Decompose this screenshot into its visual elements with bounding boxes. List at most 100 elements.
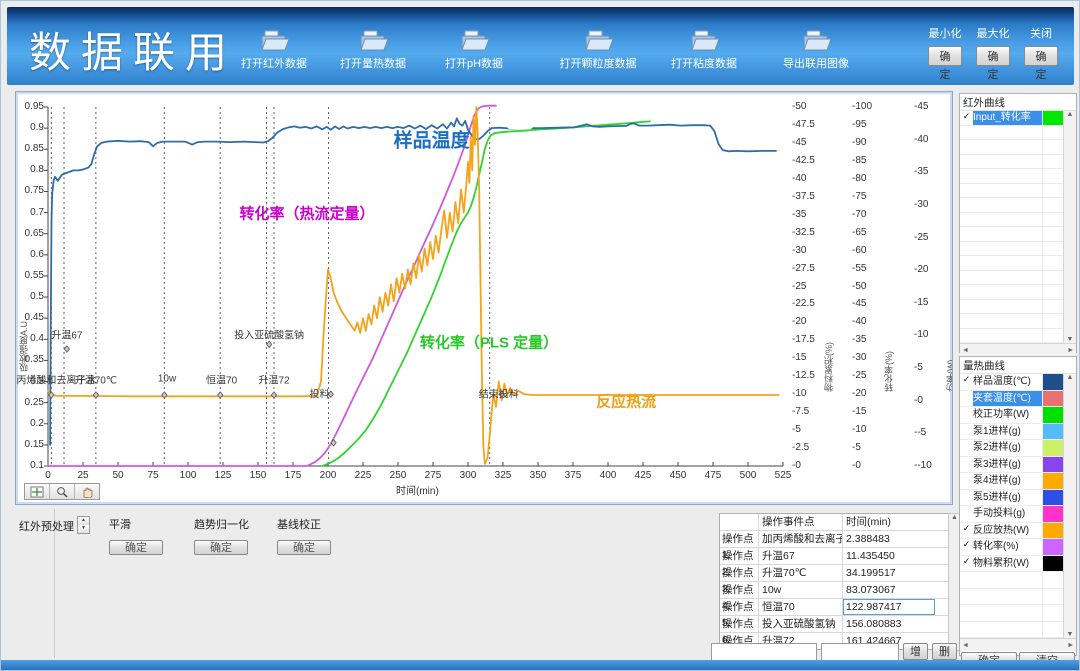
table-row[interactable]: 操作点1加丙烯酸和去离子水2.388483	[720, 531, 949, 548]
curve-label[interactable]	[973, 140, 1043, 154]
curve-list-row[interactable]	[960, 605, 1063, 622]
curve-color-swatch[interactable]	[1043, 457, 1063, 473]
stepper-down-icon[interactable]: ▼	[78, 525, 89, 533]
window-control-button[interactable]: 确定	[928, 46, 962, 66]
check-icon[interactable]	[960, 605, 973, 621]
curve-list-row[interactable]	[960, 622, 1063, 639]
curve-label[interactable]	[973, 285, 1043, 299]
curve-color-swatch[interactable]	[1043, 391, 1063, 407]
curve-color-swatch[interactable]	[1043, 242, 1063, 256]
check-icon[interactable]	[960, 169, 973, 183]
curve-label[interactable]	[973, 314, 1043, 328]
check-icon[interactable]	[960, 256, 973, 270]
table-cell[interactable]: 操作点5	[720, 599, 759, 615]
curve-label[interactable]	[973, 184, 1043, 198]
check-icon[interactable]	[960, 473, 973, 489]
curve-list-row[interactable]: 泵4进样(g)	[960, 473, 1063, 490]
curve-color-swatch[interactable]	[1043, 440, 1063, 456]
check-icon[interactable]	[960, 285, 973, 299]
curve-label[interactable]: 反应放热(W)	[973, 523, 1043, 539]
curve-list-row[interactable]: 校正功率(W)	[960, 407, 1063, 424]
curve-color-swatch[interactable]	[1043, 314, 1063, 328]
scroll-left-icon[interactable]: ◄	[962, 347, 969, 354]
curve-color-swatch[interactable]	[1043, 589, 1063, 605]
curve-color-swatch[interactable]	[1043, 256, 1063, 270]
table-cell[interactable]: 升温67	[759, 548, 843, 564]
curve-list-row[interactable]	[960, 314, 1063, 329]
curve-list-row[interactable]	[960, 256, 1063, 271]
table-cell[interactable]: 加丙烯酸和去离子水	[759, 531, 843, 547]
check-icon[interactable]	[960, 213, 973, 227]
curve-label[interactable]: 泵4进样(g)	[973, 473, 1043, 489]
check-icon[interactable]	[960, 155, 973, 169]
curve-list-row[interactable]	[960, 572, 1063, 589]
curve-label[interactable]	[973, 198, 1043, 212]
check-icon[interactable]	[960, 490, 973, 506]
curve-label[interactable]: 校正功率(W)	[973, 407, 1043, 423]
curve-list-row[interactable]	[960, 300, 1063, 315]
scroll-right-icon[interactable]: ►	[1067, 642, 1074, 649]
check-icon[interactable]	[960, 314, 973, 328]
check-icon[interactable]	[960, 589, 973, 605]
toolbar-item-1[interactable]: 打开红外数据	[226, 29, 322, 71]
scroll-up-icon[interactable]: ▲	[1067, 111, 1074, 118]
check-icon[interactable]: ✓	[960, 374, 973, 390]
curve-color-swatch[interactable]	[1043, 140, 1063, 154]
curve-label[interactable]	[973, 329, 1043, 343]
curve-label[interactable]: 手动投料(g)	[973, 506, 1043, 522]
check-icon[interactable]: ✓	[960, 539, 973, 555]
curve-label[interactable]: 泵3进样(g)	[973, 457, 1043, 473]
curve-label[interactable]	[973, 242, 1043, 256]
table-cell[interactable]: 34.199517	[843, 565, 935, 581]
check-icon[interactable]: ✓	[960, 523, 973, 539]
check-icon[interactable]	[960, 457, 973, 473]
check-icon[interactable]	[960, 271, 973, 285]
curve-list-row[interactable]: ✓反应放热(W)	[960, 523, 1063, 540]
curve-list-row[interactable]	[960, 198, 1063, 213]
curve-list-row[interactable]: 泵3进样(g)	[960, 457, 1063, 474]
table-cell[interactable]: 操作点4	[720, 582, 759, 598]
scroll-up-icon[interactable]: ▲	[1067, 374, 1074, 381]
preprocess-confirm-button[interactable]: 确定	[277, 540, 331, 555]
curve-color-swatch[interactable]	[1043, 126, 1063, 140]
curve-color-swatch[interactable]	[1043, 622, 1063, 638]
table-cell[interactable]: 83.073067	[843, 582, 935, 598]
table-cell[interactable]: 投入亚硫酸氢钠	[759, 616, 843, 632]
table-cell[interactable]: 操作点3	[720, 565, 759, 581]
curve-color-swatch[interactable]	[1043, 407, 1063, 423]
curve-list-row[interactable]	[960, 155, 1063, 170]
curve-list-row[interactable]: ✓样品温度(℃)	[960, 374, 1063, 391]
table-cell[interactable]: 操作点1	[720, 531, 759, 547]
check-icon[interactable]	[960, 184, 973, 198]
stepper-up-icon[interactable]: ▲	[78, 517, 89, 525]
check-icon[interactable]	[960, 391, 973, 407]
table-cell[interactable]: 156.080883	[843, 616, 935, 632]
curve-list-row[interactable]: ✓Input_转化率	[960, 111, 1063, 126]
curve-label[interactable]: 样品温度(℃)	[973, 374, 1043, 390]
curve-list-row[interactable]	[960, 169, 1063, 184]
curve-list-row[interactable]	[960, 184, 1063, 199]
check-icon[interactable]	[960, 242, 973, 256]
curve-label[interactable]	[973, 155, 1043, 169]
check-icon[interactable]: ✓	[960, 556, 973, 572]
curve-label[interactable]	[973, 256, 1043, 270]
table-row[interactable]: 操作点5恒温70122.987417	[720, 599, 949, 616]
check-icon[interactable]	[960, 572, 973, 588]
curve-color-swatch[interactable]	[1043, 539, 1063, 555]
table-cell[interactable]: 恒温70	[759, 599, 843, 615]
preprocess-confirm-button[interactable]: 确定	[109, 540, 163, 555]
curve-color-swatch[interactable]	[1043, 184, 1063, 198]
check-icon[interactable]	[960, 300, 973, 314]
curve-color-swatch[interactable]	[1043, 572, 1063, 588]
curve-list-row[interactable]	[960, 213, 1063, 228]
table-cell[interactable]: 升温70℃	[759, 565, 843, 581]
check-icon[interactable]	[960, 140, 973, 154]
table-row[interactable]: 操作点3升温70℃34.199517	[720, 565, 949, 582]
curve-label[interactable]	[973, 300, 1043, 314]
curve-label[interactable]	[973, 572, 1043, 588]
check-icon[interactable]	[960, 227, 973, 241]
ir-preprocess-stepper[interactable]: ▲ ▼	[77, 516, 90, 534]
curve-label[interactable]: Input_转化率	[973, 111, 1043, 125]
curve-color-swatch[interactable]	[1043, 329, 1063, 343]
table-cell[interactable]: 11.435450	[843, 548, 935, 564]
